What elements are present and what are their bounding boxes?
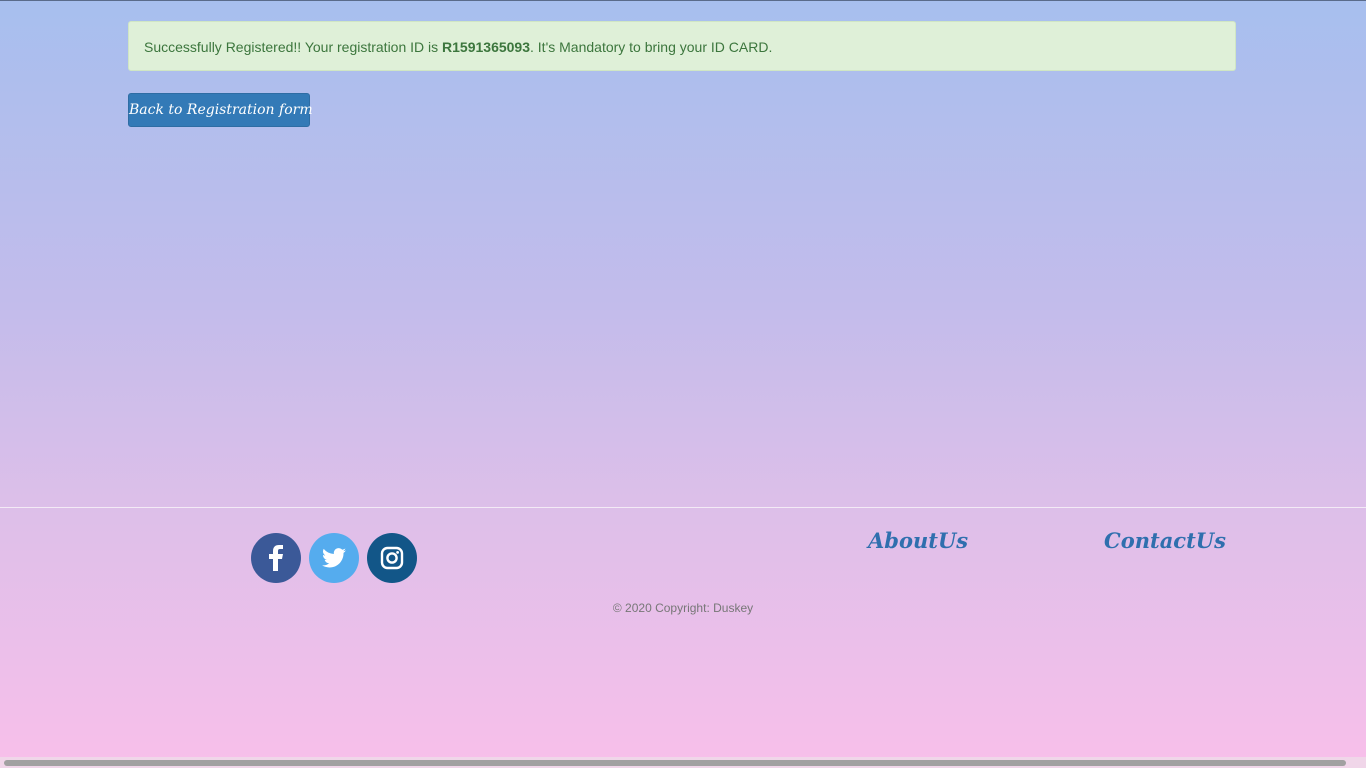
twitter-icon [322, 548, 346, 568]
instagram-button[interactable] [367, 533, 417, 583]
instagram-icon [380, 546, 404, 570]
back-to-registration-button[interactable]: Back to Registration form [128, 93, 313, 127]
copyright-text: © 2020 Copyright: Duskey [612, 601, 754, 615]
registration-id: R1591365093 [442, 39, 531, 55]
facebook-button[interactable] [251, 533, 301, 583]
alert-message-prefix: Successfully Registered!! Your registrat… [144, 39, 443, 55]
top-border [0, 0, 1366, 1]
twitter-button[interactable] [309, 533, 359, 583]
alert-message-suffix: . It's Mandatory to bring your ID CARD. [530, 39, 773, 55]
footer-divider [0, 507, 1366, 508]
about-us-link[interactable]: AboutUs [868, 528, 968, 553]
success-alert: Successfully Registered!! Your registrat… [128, 21, 1236, 71]
contact-us-link[interactable]: ContactUs [1104, 528, 1226, 553]
facebook-icon [269, 545, 283, 571]
scrollbar-thumb[interactable] [4, 760, 1346, 766]
